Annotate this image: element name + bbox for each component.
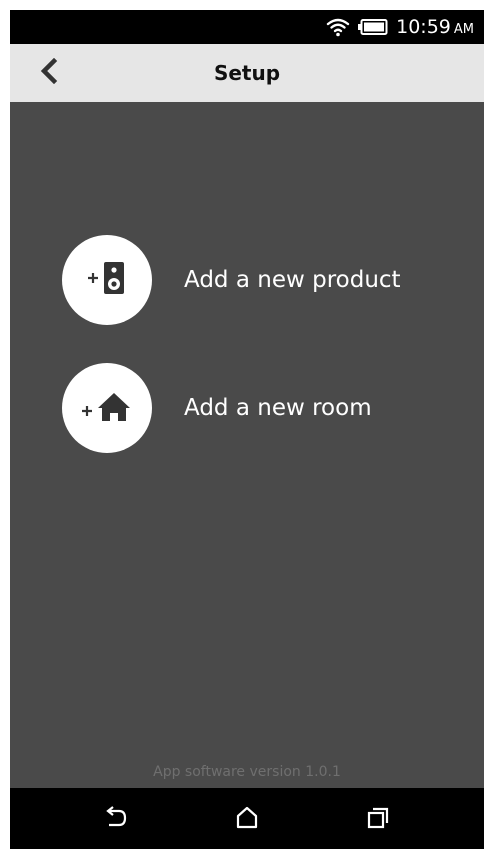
status-bar: 10:59 AM (10, 10, 484, 44)
back-button[interactable] (30, 54, 68, 92)
nav-recent-apps-button[interactable] (360, 802, 396, 838)
nav-home-button[interactable] (229, 802, 265, 838)
chevron-left-icon (38, 57, 60, 89)
phone-screen: 10:59 AM Setup Add a new product Add a n… (10, 10, 484, 849)
app-version-text: App software version 1.0.1 (153, 764, 341, 780)
nav-back-button[interactable] (98, 802, 134, 838)
wifi-icon (326, 17, 350, 37)
add-room-button[interactable]: Add a new room (62, 362, 442, 454)
setup-content: Add a new product Add a new room App sof… (10, 102, 484, 788)
clock: 10:59 AM (396, 16, 474, 38)
app-bar: Setup (10, 44, 484, 102)
add-speaker-icon (84, 260, 130, 301)
home-icon (235, 806, 259, 835)
add-room-label: Add a new room (184, 395, 372, 421)
add-product-icon-circle (62, 235, 152, 325)
page-title: Setup (213, 61, 281, 85)
status-icons: 10:59 AM (326, 10, 474, 44)
add-room-icon (80, 389, 134, 428)
add-room-icon-circle (62, 363, 152, 453)
clock-time: 10:59 (396, 16, 451, 38)
recent-apps-icon (366, 806, 390, 835)
back-icon (103, 805, 129, 835)
add-product-label: Add a new product (184, 267, 401, 293)
battery-icon (358, 19, 388, 35)
add-product-button[interactable]: Add a new product (62, 234, 442, 326)
system-nav-bar (10, 788, 484, 849)
clock-ampm: AM (453, 22, 474, 37)
